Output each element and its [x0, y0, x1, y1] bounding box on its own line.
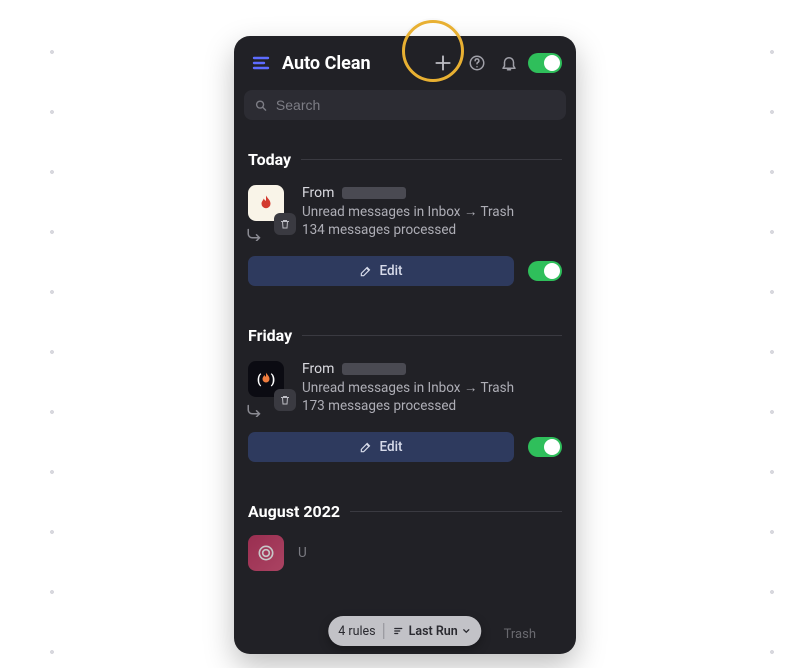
partial-trailing-text: Trash: [504, 627, 536, 642]
rule-item: ( ) From Unread messages in Inbox →: [248, 359, 562, 422]
help-icon[interactable]: [464, 50, 490, 76]
sender-avatar: [248, 535, 284, 571]
rule-toggle[interactable]: [528, 261, 562, 281]
section-today: Today From Unread messages i: [234, 132, 576, 308]
panel-title: Auto Clean: [282, 53, 371, 74]
rule-toggle[interactable]: [528, 437, 562, 457]
edit-button[interactable]: Edit: [248, 432, 514, 462]
reply-arrow-icon: [246, 402, 264, 421]
trash-badge-icon: [274, 213, 296, 235]
rule-item-partial: U: [248, 535, 562, 571]
rule-description: Unread messages in Inbox → Trash: [302, 379, 562, 398]
svg-text:): ): [271, 372, 276, 387]
section-title: Today: [248, 150, 291, 169]
chevron-down-icon: [462, 626, 472, 636]
reply-arrow-icon: [246, 226, 264, 245]
sort-icon: [393, 625, 405, 637]
pill-divider: [384, 623, 385, 639]
edit-label: Edit: [379, 439, 402, 455]
edit-icon: [359, 440, 373, 454]
footer-pill[interactable]: 4 rules Last Run: [328, 616, 481, 646]
svg-text:(: (: [257, 372, 262, 387]
search-input[interactable]: [276, 97, 556, 113]
from-redacted: [342, 187, 406, 199]
rule-avatar-wrap: [248, 185, 288, 225]
spiral-icon: [256, 543, 276, 563]
rule-avatar-wrap: ( ): [248, 361, 288, 401]
from-label: From: [302, 185, 334, 201]
edit-icon: [359, 264, 373, 278]
bell-icon[interactable]: [496, 50, 522, 76]
menu-icon[interactable]: [248, 50, 274, 76]
flame-paren-icon: ( ): [255, 368, 277, 390]
from-redacted: [342, 363, 406, 375]
rule-description: Unread messages in Inbox → Trash: [302, 203, 562, 222]
flame-icon: [257, 194, 275, 212]
section-title: Friday: [248, 326, 292, 345]
master-toggle[interactable]: [528, 53, 562, 73]
trash-badge-icon: [274, 389, 296, 411]
section-friday: Friday ( ): [234, 308, 576, 484]
rule-count: 173 messages processed: [302, 398, 562, 414]
search-wrap: [244, 90, 566, 120]
section-august: August 2022 U: [234, 484, 576, 591]
rule-item: From Unread messages in Inbox → Trash 13…: [248, 183, 562, 246]
from-label: From: [302, 361, 334, 377]
panel-header: Auto Clean: [234, 36, 576, 84]
edit-button[interactable]: Edit: [248, 256, 514, 286]
sort-selector[interactable]: Last Run: [393, 624, 472, 639]
rule-count: 134 messages processed: [302, 222, 562, 238]
rule-partial-text: U: [298, 545, 307, 561]
add-rule-button[interactable]: [428, 48, 458, 78]
sort-label: Last Run: [409, 624, 458, 639]
auto-clean-panel: Auto Clean Today: [234, 36, 576, 654]
section-divider: [302, 335, 562, 336]
search-icon: [254, 98, 268, 113]
edit-label: Edit: [379, 263, 402, 279]
section-divider: [350, 511, 562, 512]
section-divider: [301, 159, 562, 160]
section-title: August 2022: [248, 502, 340, 521]
search-field[interactable]: [244, 90, 566, 120]
rules-count: 4 rules: [338, 624, 375, 639]
